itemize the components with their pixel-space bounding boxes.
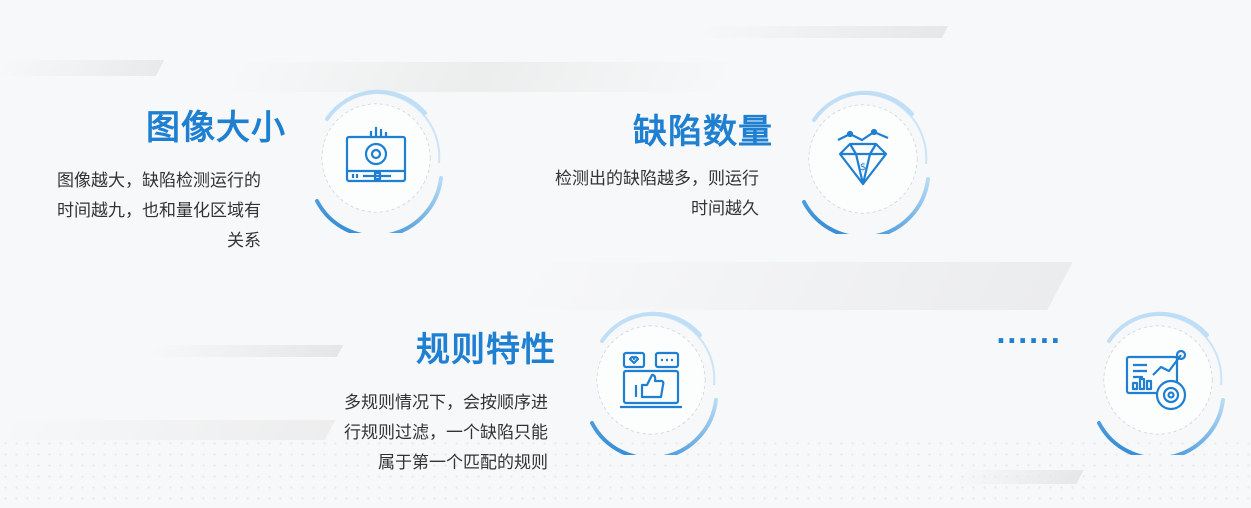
- feature-description: 多规则情况下，会按顺序进 行规则过滤，一个缺陷只能 属于第一个匹配的规则: [268, 388, 548, 478]
- feature-description: 图像越大，缺陷检测运行的 时间越九，也和量化区域有 关系: [0, 166, 261, 256]
- icon-ring: [301, 83, 451, 233]
- icon-ring: [1083, 305, 1233, 455]
- feature-title: 缺陷数量: [633, 112, 773, 152]
- description-line: 时间越久: [691, 199, 759, 219]
- background-stripe: [146, 345, 344, 357]
- video-settings-icon: [341, 123, 411, 193]
- feature-title: 规则特性: [416, 330, 556, 370]
- feature-title: 图像大小: [146, 108, 286, 148]
- more-indicator: ......: [996, 320, 1062, 350]
- background-stripe: [696, 26, 949, 38]
- description-line: 关系: [227, 231, 261, 251]
- diamond-chart-icon: $: [828, 124, 898, 194]
- description-line: 属于第一个匹配的规则: [378, 453, 548, 473]
- icon-ring: $: [788, 84, 938, 234]
- description-line: 行规则过滤，一个缺陷只能: [344, 423, 548, 443]
- background-stripe: [0, 60, 165, 76]
- background-stripe: [507, 262, 1073, 310]
- analytics-dashboard-icon: [1123, 345, 1193, 415]
- svg-text:$: $: [860, 162, 866, 173]
- social-like-icon: [616, 345, 686, 415]
- description-line: 检测出的缺陷越多，则运行: [555, 169, 759, 189]
- background-stripe: [222, 62, 738, 92]
- feature-description: 检测出的缺陷越多，则运行 时间越久: [479, 164, 759, 224]
- description-line: 多规则情况下，会按顺序进: [344, 393, 548, 413]
- description-line: 时间越九，也和量化区域有: [57, 201, 261, 221]
- icon-ring: [576, 305, 726, 455]
- description-line: 图像越大，缺陷检测运行的: [57, 171, 261, 191]
